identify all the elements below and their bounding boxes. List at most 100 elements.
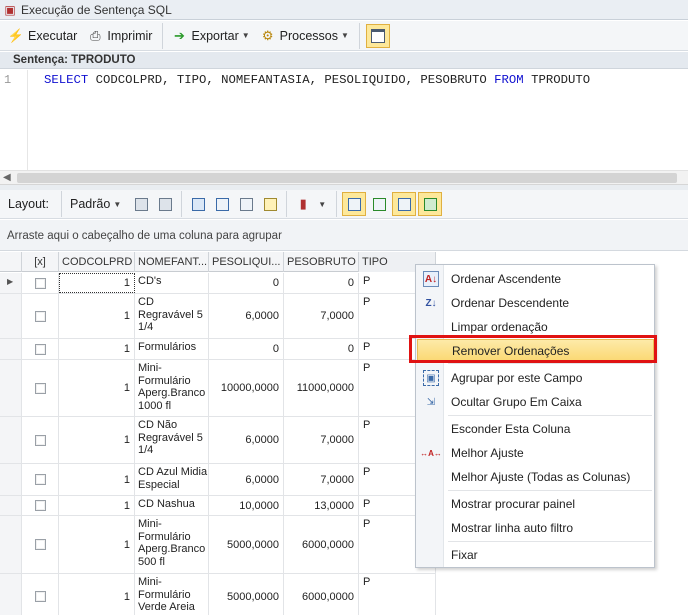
row-indicator[interactable]: ▶ xyxy=(0,273,22,293)
table-row[interactable]: 1 CD Não Regravável 5 1/4 6,0000 7,0000 P xyxy=(0,417,436,464)
cell-codcolprd[interactable]: 1 xyxy=(59,294,135,338)
checkbox[interactable] xyxy=(34,277,46,289)
cell-pesoliquido[interactable]: 5000,0000 xyxy=(209,516,284,573)
menu-item-hide-column[interactable]: Esconder Esta Coluna xyxy=(417,418,654,440)
row-indicator[interactable] xyxy=(0,417,22,463)
row-indicator[interactable] xyxy=(0,516,22,573)
editor-horizontal-scrollbar[interactable]: ◀ xyxy=(0,170,688,185)
checkbox[interactable] xyxy=(34,382,46,394)
table-row[interactable]: 1Mini-Formulário Verde Areia 500 f5000,0… xyxy=(0,574,436,615)
cell-nomefantasia[interactable]: Mini-Formulário Aperg.Branco 1000 fl xyxy=(135,360,209,416)
row-indicator[interactable] xyxy=(0,496,22,515)
row-checkbox[interactable] xyxy=(22,294,59,338)
menu-item-best-fit[interactable]: ↔A↔ Melhor Ajuste xyxy=(417,442,654,464)
cell-codcolprd[interactable]: 1 xyxy=(59,516,135,573)
table-row[interactable]: 1 CD Regravável 5 1/4 6,0000 7,0000 P xyxy=(0,294,436,339)
checkbox[interactable] xyxy=(34,310,46,322)
cell-nomefantasia[interactable]: CD Azul Midia Especial xyxy=(135,464,209,495)
table-row[interactable]: ▶ 1 CD's 0 0 P xyxy=(0,273,436,294)
checkbox[interactable] xyxy=(34,539,46,550)
row-indicator[interactable] xyxy=(0,464,22,495)
column-header-nomefantasia[interactable]: NOMEFANT... xyxy=(135,252,209,272)
process-dropdown[interactable]: ⚙ Processos ▼ xyxy=(256,24,353,48)
checkbox[interactable] xyxy=(34,343,46,355)
menu-item-group-by-field[interactable]: ▣ Agrupar por este Campo xyxy=(417,367,654,389)
row-checkbox[interactable] xyxy=(22,516,59,573)
cell-pesobruto[interactable]: 0 xyxy=(284,273,359,293)
table-row[interactable]: 1 CD Azul Midia Especial 6,0000 7,0000 P xyxy=(0,464,436,496)
cell-pesoliquido[interactable]: 0 xyxy=(209,273,284,293)
view-toggle-1[interactable] xyxy=(342,192,367,216)
cell-pesobruto[interactable]: 11000,0000 xyxy=(284,360,359,416)
save-layout-icon[interactable] xyxy=(132,195,150,213)
cell-nomefantasia[interactable]: Mini-Formulário Verde Areia 500 f xyxy=(135,574,209,615)
scroll-left-icon[interactable]: ◀ xyxy=(3,172,11,183)
cell-nomefantasia[interactable]: Formulários xyxy=(135,339,209,359)
view-toggle-2[interactable] xyxy=(370,195,388,213)
checkbox[interactable] xyxy=(34,500,46,511)
cell-codcolprd[interactable]: 1 xyxy=(59,417,135,463)
summary-icon[interactable] xyxy=(237,195,255,213)
row-checkbox[interactable] xyxy=(22,273,59,293)
sql-code[interactable]: SELECT CODCOLPRD, TIPO, NOMEFANTASIA, PE… xyxy=(44,73,590,87)
cell-pesobruto[interactable]: 7,0000 xyxy=(284,417,359,463)
print-button[interactable]: ⎙ Imprimir xyxy=(83,24,156,48)
view-toggle-4[interactable] xyxy=(418,192,443,216)
row-indicator[interactable] xyxy=(0,574,22,615)
menu-item-fix[interactable]: Fixar xyxy=(417,544,654,566)
row-checkbox[interactable] xyxy=(22,360,59,416)
cell-pesobruto[interactable]: 7,0000 xyxy=(284,294,359,338)
cell-pesoliquido[interactable]: 6,0000 xyxy=(209,464,284,495)
cell-pesoliquido[interactable]: 0 xyxy=(209,339,284,359)
menu-item-best-fit-all[interactable]: Melhor Ajuste (Todas as Colunas) xyxy=(417,466,654,488)
cell-codcolprd[interactable]: 1 xyxy=(59,339,135,359)
table-row[interactable]: 1 Mini-Formulário Aperg.Branco 500 fl 5000… xyxy=(0,516,436,574)
panel-toggle-button[interactable] xyxy=(365,23,390,48)
checkbox[interactable] xyxy=(34,434,46,446)
row-checkbox[interactable] xyxy=(22,339,59,359)
row-checkbox[interactable] xyxy=(22,574,59,615)
cell-nomefantasia[interactable]: Mini-Formulário Aperg.Branco 500 fl xyxy=(135,516,209,573)
checkbox[interactable] xyxy=(34,474,46,485)
view-toggle-3[interactable] xyxy=(392,192,417,216)
export-dropdown[interactable]: ➔ Exportar ▼ xyxy=(167,24,253,48)
cell-nomefantasia[interactable]: CD Não Regravável 5 1/4 xyxy=(135,417,209,463)
menu-item-show-find-panel[interactable]: Mostrar procurar painel xyxy=(417,493,654,515)
cell-nomefantasia[interactable]: CD Nashua xyxy=(135,496,209,515)
column-header-pesoliquido[interactable]: PESOLIQUI... xyxy=(209,252,284,272)
chart-dropdown[interactable]: ▮ ▼ xyxy=(291,192,330,216)
cell-pesobruto[interactable]: 6000,0000 xyxy=(284,516,359,573)
cell-codcolprd[interactable]: 1 xyxy=(59,360,135,416)
table-row[interactable]: 1 CD Nashua 10,0000 13,0000 P xyxy=(0,496,436,516)
edit-note-icon[interactable] xyxy=(261,195,279,213)
row-indicator[interactable] xyxy=(0,360,22,416)
cell-pesoliquido[interactable]: 10,0000 xyxy=(209,496,284,515)
cell-codcolprd[interactable]: 1 xyxy=(59,496,135,515)
cell-codcolprd[interactable]: 1 xyxy=(59,574,135,615)
cell-pesoliquido[interactable]: 5000,0000 xyxy=(209,574,284,615)
cell-pesobruto[interactable]: 6000,0000 xyxy=(284,574,359,615)
checkbox[interactable] xyxy=(34,591,46,602)
menu-item-hide-group-box[interactable]: ⇲ Ocultar Grupo Em Caixa xyxy=(417,391,654,413)
column-header-codcolprd[interactable]: CODCOLPRD xyxy=(59,252,135,272)
layout-default-dropdown[interactable]: Padrão ▼ xyxy=(66,192,125,216)
cell-codcolprd[interactable]: 1 xyxy=(59,273,135,293)
table-row[interactable]: 1 Mini-Formulário Aperg.Branco 1000 fl 100… xyxy=(0,360,436,417)
row-checkbox[interactable] xyxy=(22,496,59,515)
column-header-select[interactable]: [x] xyxy=(22,252,59,272)
cell-tipo[interactable]: P xyxy=(359,574,436,615)
row-checkbox[interactable] xyxy=(22,464,59,495)
menu-item-show-auto-filter[interactable]: Mostrar linha auto filtro xyxy=(417,517,654,539)
cell-nomefantasia[interactable]: CD's xyxy=(135,273,209,293)
delete-layout-icon[interactable] xyxy=(156,195,174,213)
grid-columns-icon[interactable] xyxy=(189,195,207,213)
grid-rows-icon[interactable] xyxy=(213,195,231,213)
sql-editor[interactable]: 1 SELECT CODCOLPRD, TIPO, NOMEFANTASIA, … xyxy=(0,70,688,170)
scrollbar-thumb[interactable] xyxy=(17,173,677,183)
menu-item-sort-ascending[interactable]: A↓ Ordenar Ascendente xyxy=(417,268,654,290)
cell-pesoliquido[interactable]: 6,0000 xyxy=(209,294,284,338)
table-row[interactable]: 1 Formulários 0 0 P xyxy=(0,339,436,360)
cell-nomefantasia[interactable]: CD Regravável 5 1/4 xyxy=(135,294,209,338)
menu-item-sort-descending[interactable]: Z↓ Ordenar Descendente xyxy=(417,292,654,314)
row-indicator[interactable] xyxy=(0,294,22,338)
